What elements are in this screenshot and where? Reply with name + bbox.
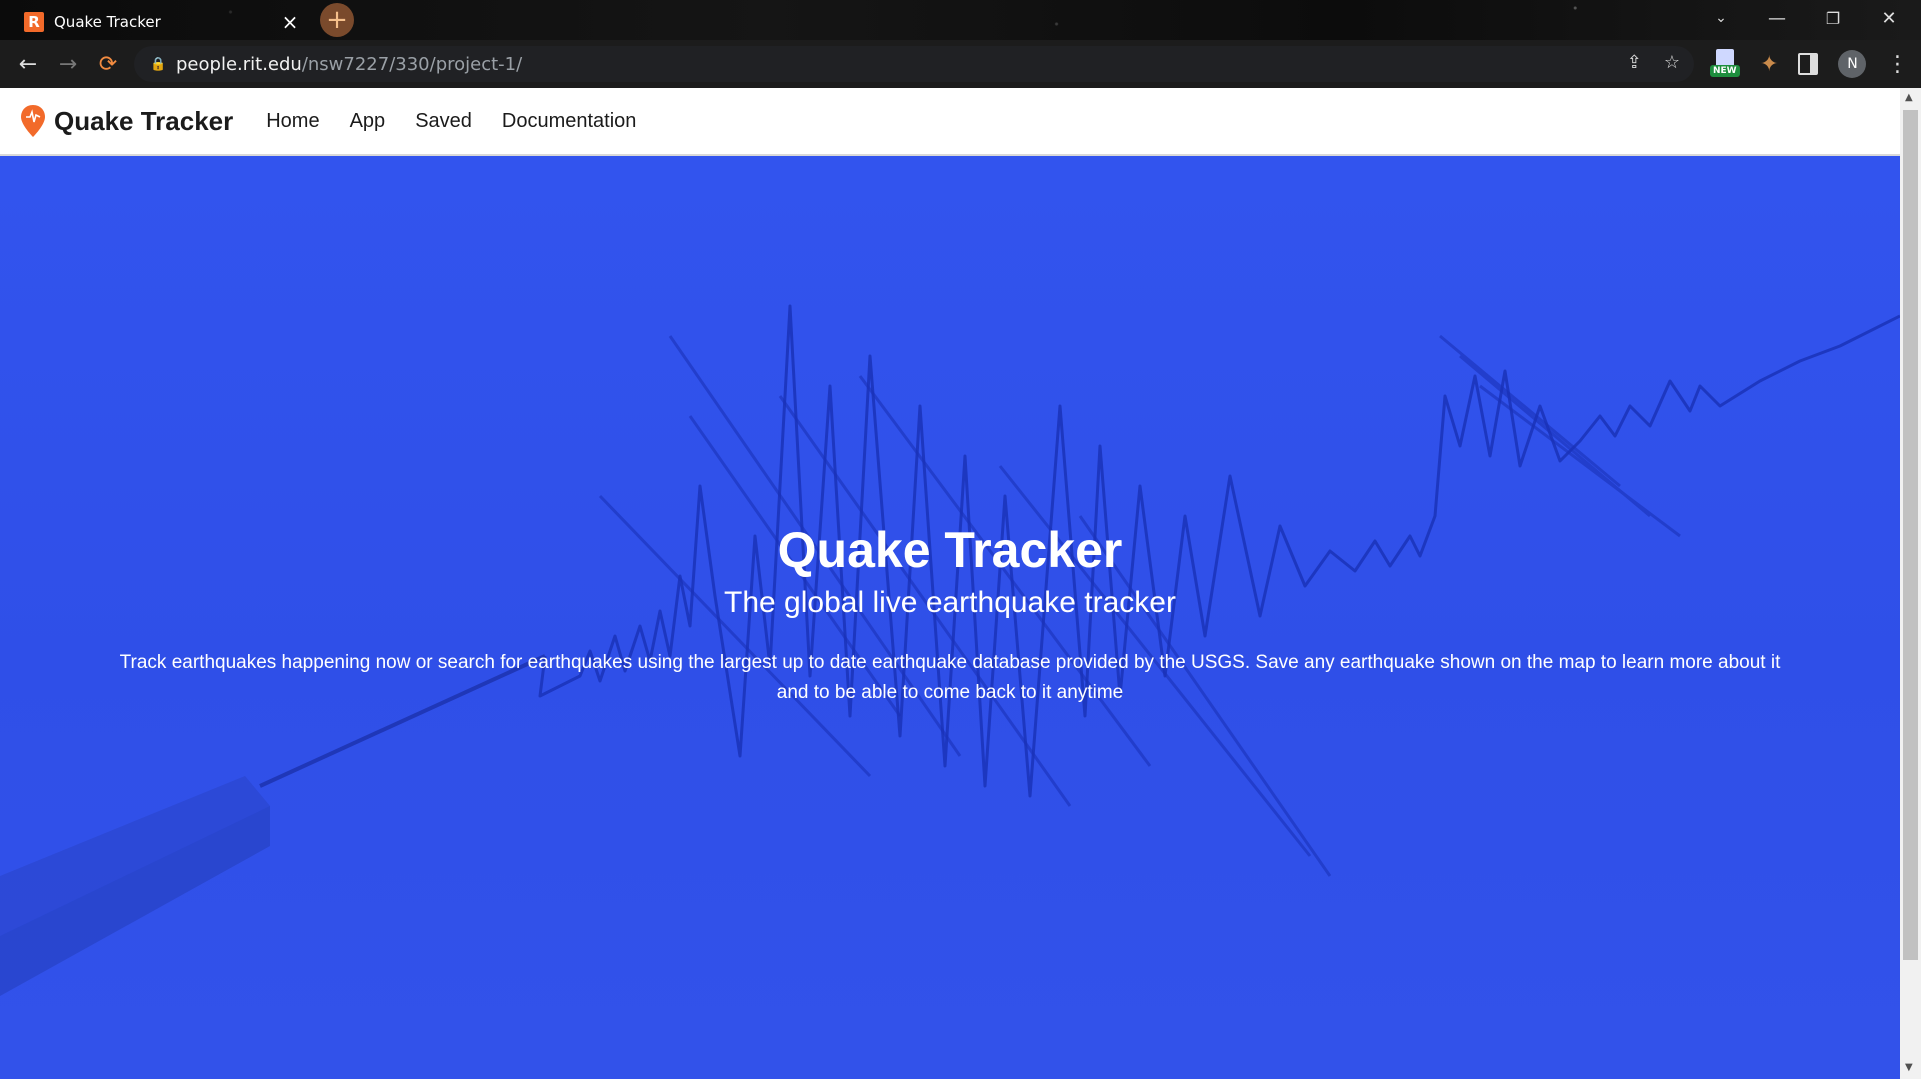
extension-new-icon[interactable]: NEW [1710,49,1740,79]
browser-toolbar: ← → ⟳ 🔒 people.rit.edu/nsw7227/330/proje… [0,40,1921,88]
browser-tab[interactable]: R Quake Tracker × [10,4,310,40]
brand-name: Quake Tracker [54,105,234,136]
scrollbar-thumb[interactable] [1903,110,1918,960]
location-pin-icon [21,105,45,137]
site-brand[interactable]: Quake Tracker [20,104,233,138]
nav-home[interactable]: Home [251,110,334,133]
url-host: people.rit.edu [176,53,302,75]
scroll-down-icon[interactable]: ▼ [1905,1062,1913,1073]
window-close-icon[interactable]: ✕ [1861,0,1917,36]
url-path: /nsw7227/330/project-1/ [301,53,523,75]
side-panel-icon[interactable] [1798,53,1819,75]
hero-subtitle: The global live earthquake tracker [724,586,1176,619]
site-navbar: Quake Tracker Home App Saved Documentati… [0,88,1900,156]
hero-title: Quake Tracker [777,522,1123,578]
tab-search-icon[interactable]: ⌄ [1693,0,1749,36]
nav-app[interactable]: App [335,110,401,133]
bookmark-star-icon[interactable]: ☆ [1664,52,1680,73]
address-bar[interactable]: 🔒 people.rit.edu/nsw7227/330/project-1/ … [134,46,1694,82]
new-tab-button[interactable]: + [320,3,354,37]
web-page: Quake Tracker Home App Saved Documentati… [0,88,1900,1079]
extensions-puzzle-icon[interactable]: ✦ [1760,52,1778,77]
hero-description: Track earthquakes happening now or searc… [119,652,1781,703]
nav-documentation[interactable]: Documentation [487,110,652,133]
favicon-icon: R [24,12,44,32]
back-icon[interactable]: ← [12,48,44,80]
close-icon[interactable]: × [278,10,302,34]
restore-icon[interactable]: ❐ [1805,0,1861,36]
reload-icon[interactable]: ⟳ [92,48,124,80]
scroll-up-icon[interactable]: ▲ [1905,92,1913,103]
forward-icon[interactable]: → [52,48,84,80]
browser-tab-strip: R Quake Tracker × + ⌄ — ❐ ✕ [0,0,1921,40]
profile-avatar[interactable]: N [1838,50,1867,78]
minimize-icon[interactable]: — [1749,0,1805,36]
tab-title: Quake Tracker [54,13,161,31]
extension-new-badge: NEW [1710,65,1740,77]
page-scrollbar[interactable]: ▲ ▼ [1900,88,1921,1079]
lock-icon: 🔒 [150,56,167,72]
nav-saved[interactable]: Saved [400,110,487,133]
main-nav: Home App Saved Documentation [251,110,651,133]
hero-section: Quake Tracker The global live earthquake… [0,156,1900,1079]
browser-menu-icon[interactable]: ⋮ [1886,52,1908,77]
share-icon[interactable]: ⇪ [1627,52,1642,73]
